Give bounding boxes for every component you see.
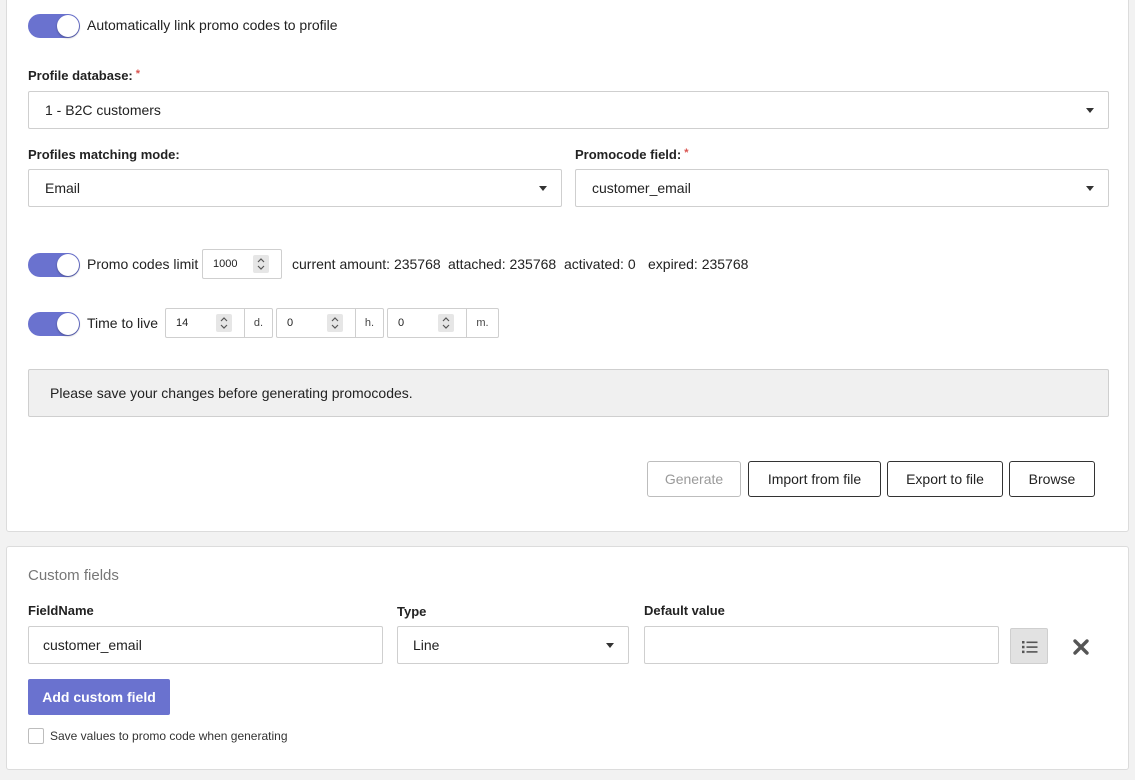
promo-settings-card: Automatically link promo codes to profil…: [6, 0, 1129, 532]
profile-database-value: 1 - B2C customers: [45, 102, 161, 118]
profile-database-label-text: Profile database:: [28, 68, 133, 83]
ttl-toggle[interactable]: [28, 312, 80, 336]
header-default-value: Default value: [644, 603, 725, 618]
chevron-down-icon: [1086, 108, 1094, 113]
stepper-icon[interactable]: [253, 255, 269, 273]
default-value-input[interactable]: [644, 626, 999, 664]
ttl-minutes-input[interactable]: 0: [387, 308, 467, 338]
generate-button[interactable]: Generate: [647, 461, 741, 497]
list-icon: [1022, 641, 1038, 654]
field-type-value: Line: [413, 637, 440, 653]
limit-input[interactable]: 1000: [202, 249, 282, 279]
attached-count: attached: 235768: [448, 256, 557, 272]
promocode-field-label-text: Promocode field:: [575, 147, 682, 162]
stepper-icon[interactable]: [216, 314, 232, 332]
ttl-minutes-unit: m.: [467, 308, 499, 338]
promocode-field-label: Promocode field: *: [575, 147, 688, 162]
ttl-days-unit: d.: [245, 308, 273, 338]
list-values-button[interactable]: [1010, 628, 1048, 664]
field-name-input[interactable]: customer_email: [28, 626, 383, 664]
matching-mode-label: Profiles matching mode:: [28, 147, 180, 162]
stepper-icon[interactable]: [327, 314, 343, 332]
export-button[interactable]: Export to file: [887, 461, 1003, 497]
toggle-knob: [57, 254, 79, 276]
save-values-label: Save values to promo code when generatin…: [50, 729, 288, 743]
field-type-select[interactable]: Line: [397, 626, 629, 664]
promocode-field-value: customer_email: [592, 180, 691, 196]
auto-link-toggle[interactable]: [28, 14, 80, 38]
save-notice: Please save your changes before generati…: [28, 369, 1109, 417]
activated-count: activated: 0: [564, 256, 636, 272]
ttl-hours-unit: h.: [356, 308, 384, 338]
remove-field-icon[interactable]: [1072, 638, 1090, 656]
required-mark: *: [684, 147, 689, 159]
add-custom-field-button[interactable]: Add custom field: [28, 679, 170, 715]
custom-fields-title: Custom fields: [28, 567, 119, 584]
header-type: Type: [397, 604, 427, 619]
ttl-days-value: 14: [176, 317, 189, 329]
chevron-down-icon: [606, 643, 614, 648]
promocode-field-select[interactable]: customer_email: [575, 169, 1109, 207]
limit-label: Promo codes limit: [87, 256, 199, 272]
stepper-icon[interactable]: [438, 314, 454, 332]
ttl-days-input[interactable]: 14: [165, 308, 245, 338]
limit-value: 1000: [213, 258, 238, 270]
ttl-hours-value: 0: [287, 317, 294, 329]
ttl-minutes-value: 0: [398, 317, 405, 329]
limit-toggle[interactable]: [28, 253, 80, 277]
custom-fields-card: Custom fields FieldName Type Default val…: [6, 546, 1129, 770]
expired-count: expired: 235768: [648, 256, 749, 272]
chevron-down-icon: [1086, 186, 1094, 191]
toggle-knob: [57, 313, 79, 335]
profile-database-select[interactable]: 1 - B2C customers: [28, 91, 1109, 129]
browse-button[interactable]: Browse: [1009, 461, 1095, 497]
save-values-checkbox[interactable]: [28, 728, 44, 744]
toggle-knob: [57, 15, 79, 37]
auto-link-label: Automatically link promo codes to profil…: [87, 17, 338, 33]
header-field-name: FieldName: [28, 603, 94, 618]
matching-mode-value: Email: [45, 180, 81, 196]
current-amount: current amount: 235768: [292, 256, 441, 272]
profile-database-label: Profile database: *: [28, 68, 140, 83]
required-mark: *: [135, 68, 141, 80]
chevron-down-icon: [539, 186, 547, 191]
import-button[interactable]: Import from file: [748, 461, 881, 497]
matching-mode-select[interactable]: Email: [28, 169, 562, 207]
ttl-hours-input[interactable]: 0: [276, 308, 356, 338]
ttl-label: Time to live: [87, 315, 159, 331]
